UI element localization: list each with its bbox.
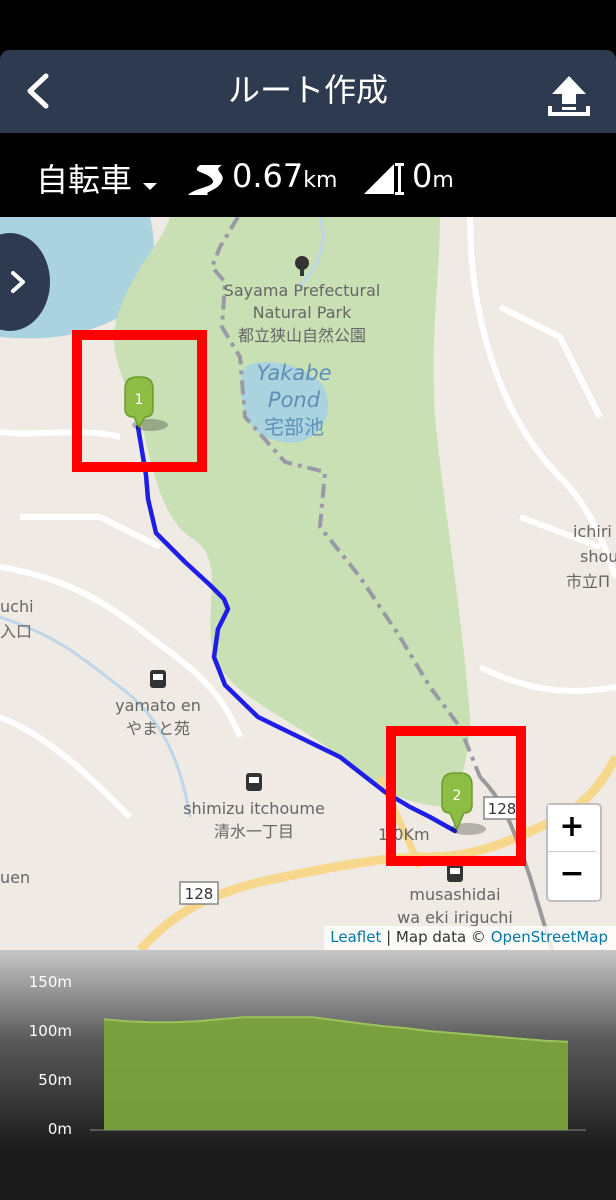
- elevation-icon: [364, 163, 404, 195]
- map-label-right-ichiri: ichiri: [573, 522, 612, 541]
- map-label-right-shiritsu: 市立П: [566, 572, 610, 591]
- status-bar: [0, 0, 616, 50]
- upload-button[interactable]: [538, 64, 600, 124]
- nav-bar: ルート作成: [0, 50, 616, 133]
- elevation-value: 0: [412, 157, 433, 195]
- svg-text:1: 1: [135, 392, 144, 408]
- leaflet-link[interactable]: Leaflet: [330, 928, 381, 946]
- elevation-readout: 0m: [412, 157, 454, 195]
- chevron-right-icon: [11, 271, 25, 293]
- mode-selector[interactable]: 自転車: [36, 155, 161, 199]
- distance-road-icon: [188, 165, 223, 195]
- mode-label: 自転車: [36, 161, 133, 199]
- route-shield-128: 128: [179, 881, 219, 905]
- route-shield-128: 128: [483, 796, 521, 820]
- zoom-in-button[interactable]: +: [548, 805, 596, 850]
- page-title: ルート作成: [227, 71, 388, 109]
- attribution-text: | Map data ©: [381, 928, 491, 946]
- upload-icon: [548, 76, 590, 116]
- chevron-left-icon: [27, 73, 49, 109]
- bus-stop-icon: [246, 773, 262, 791]
- svg-text:128: 128: [185, 885, 214, 903]
- distance-readout: 0.67km: [232, 157, 337, 195]
- osm-link[interactable]: OpenStreetMap: [491, 928, 608, 946]
- distance-value: 0.67: [232, 157, 304, 195]
- distance-unit: km: [303, 168, 338, 193]
- map-view[interactable]: Sayama Prefectural Natural Park 都立狭山自然公園…: [0, 217, 616, 950]
- map-canvas[interactable]: Sayama Prefectural Natural Park 都立狭山自然公園…: [0, 217, 616, 950]
- map-label-left-uchi: uchi: [0, 597, 34, 616]
- map-label-shimizu-ja: 清水一丁目: [214, 822, 294, 841]
- route-info-bar: 自転車 0.67km 0m: [0, 133, 616, 217]
- map-label-pond-ja: 宅部池: [264, 415, 324, 439]
- map-label-musashi-ja: wa eki iriguchi: [397, 908, 513, 927]
- map-label-pond-en1: Yakabe: [256, 361, 331, 385]
- elevation-plot: [90, 1016, 586, 1131]
- map-label-distance: 1.0Km: [378, 825, 430, 844]
- map-attribution: Leaflet | Map data © OpenStreetMap: [324, 926, 616, 950]
- map-label-right-shou: shou: [580, 547, 616, 566]
- elevation-area: [104, 1017, 568, 1130]
- map-label-shimizu-en: shimizu itchoume: [183, 799, 325, 818]
- bus-stop-icon: [150, 670, 166, 688]
- map-label-left-iriguchi: 入口: [0, 622, 32, 641]
- zoom-out-button[interactable]: −: [548, 852, 596, 897]
- map-label-pond-en2: Pond: [268, 388, 321, 412]
- map-label-yamato-en: yamato en: [115, 696, 201, 715]
- map-label-park-ja: 都立狭山自然公園: [238, 326, 366, 345]
- elevation-chart: 150m 100m 50m 0m: [0, 950, 616, 1200]
- map-label-yamato-ja: やまと苑: [126, 719, 190, 738]
- bus-stop-icon: [447, 864, 463, 882]
- svg-text:128: 128: [488, 800, 517, 818]
- map-label-musashi-en: musashidai: [409, 885, 500, 904]
- map-label-left-uen: uen: [0, 868, 30, 887]
- svg-text:2: 2: [453, 788, 462, 804]
- map-label-park-en1: Sayama Prefectural: [224, 281, 381, 300]
- map-label-park-en2: Natural Park: [253, 303, 352, 322]
- caret-down-icon: [143, 182, 158, 190]
- back-button[interactable]: [14, 64, 64, 119]
- elevation-unit: m: [432, 168, 454, 193]
